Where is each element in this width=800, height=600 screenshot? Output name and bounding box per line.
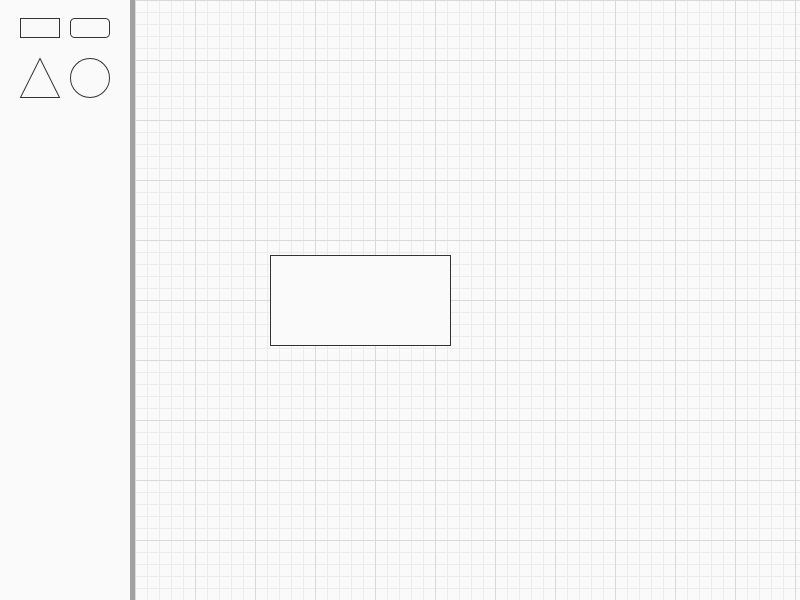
rounded-rectangle-tool[interactable] bbox=[70, 18, 110, 38]
triangle-icon bbox=[19, 57, 61, 98]
rectangle-icon bbox=[20, 18, 60, 38]
canvas-rectangle-shape[interactable] bbox=[270, 255, 451, 346]
rounded-rectangle-icon bbox=[70, 18, 110, 38]
shape-palette bbox=[0, 0, 130, 600]
rectangle-tool[interactable] bbox=[20, 18, 60, 38]
diagram-editor bbox=[0, 0, 800, 600]
circle-tool[interactable] bbox=[70, 58, 110, 98]
triangle-tool[interactable] bbox=[19, 57, 61, 98]
drawing-canvas[interactable] bbox=[135, 0, 800, 600]
circle-icon bbox=[70, 58, 110, 98]
